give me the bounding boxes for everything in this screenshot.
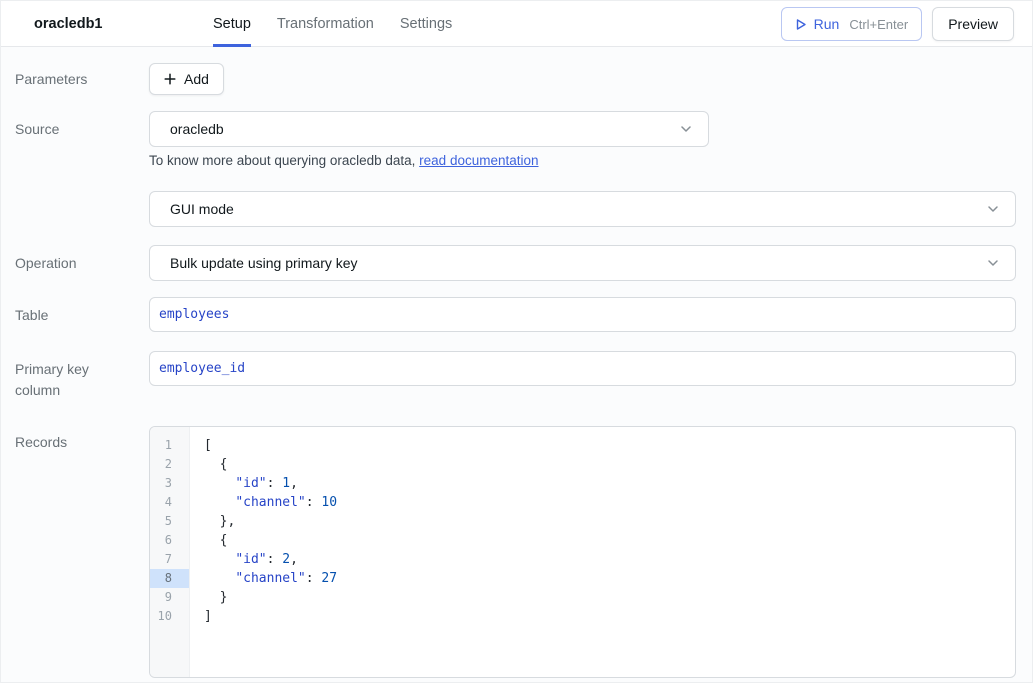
line-number: 9 — [150, 588, 189, 607]
run-label: Run — [814, 16, 840, 32]
source-select[interactable]: oracledb — [149, 111, 709, 147]
code-line[interactable]: { — [204, 455, 1015, 474]
tab-settings[interactable]: Settings — [400, 1, 452, 47]
query-header: oracledb1 Setup Transformation Settings Ru… — [1, 1, 1032, 47]
line-number: 6 — [150, 531, 189, 550]
operation-label: Operation — [15, 245, 149, 281]
tab-setup[interactable]: Setup — [213, 1, 251, 47]
code-line[interactable]: }, — [204, 512, 1015, 531]
code-line[interactable]: } — [204, 588, 1015, 607]
records-editor[interactable]: 12345678910 [ { "id": 1, "channel": 10 }… — [149, 426, 1016, 678]
primary-key-input-value: employee_id — [159, 361, 245, 376]
source-help-text: To know more about querying oracledb dat… — [149, 152, 1016, 169]
source-row: Source oracledb — [15, 111, 1032, 147]
code-line[interactable]: "channel": 27 — [204, 569, 1015, 588]
records-label: Records — [15, 426, 149, 678]
editor-code[interactable]: [ { "id": 1, "channel": 10 }, { "id": 2,… — [190, 427, 1015, 677]
tab-bar: Setup Transformation Settings — [213, 1, 452, 47]
mode-select-value: GUI mode — [170, 201, 985, 217]
primary-key-label: Primary key column — [15, 351, 149, 401]
parameters-row: Parameters Add — [15, 63, 1032, 95]
line-number: 4 — [150, 493, 189, 512]
source-help-prefix: To know more about querying oracledb dat… — [149, 153, 419, 168]
header-actions: Run Ctrl+Enter Preview — [781, 1, 1014, 47]
run-button[interactable]: Run Ctrl+Enter — [781, 7, 923, 41]
chevron-down-icon — [985, 201, 1001, 217]
source-help-row: To know more about querying oracledb dat… — [15, 152, 1032, 169]
preview-button[interactable]: Preview — [932, 7, 1014, 41]
tab-transformation[interactable]: Transformation — [277, 1, 374, 47]
run-shortcut: Ctrl+Enter — [849, 17, 908, 32]
table-input[interactable]: employees — [149, 297, 1016, 332]
parameters-label: Parameters — [15, 63, 149, 95]
operation-row: Operation Bulk update using primary key — [15, 245, 1032, 281]
table-label: Table — [15, 297, 149, 332]
primary-key-row: Primary key column employee_id — [15, 351, 1032, 401]
line-number: 2 — [150, 455, 189, 474]
line-number: 10 — [150, 607, 189, 626]
code-line[interactable]: ] — [204, 607, 1015, 626]
line-number: 5 — [150, 512, 189, 531]
line-number: 8 — [150, 569, 189, 588]
source-select-value: oracledb — [170, 121, 678, 137]
mode-row: GUI mode — [15, 191, 1032, 227]
operation-select-value: Bulk update using primary key — [170, 255, 985, 271]
query-editor-panel: oracledb1 SetupTransformationSettings Ru… — [0, 0, 1033, 683]
add-parameter-label: Add — [184, 71, 209, 87]
editor-gutter: 12345678910 — [150, 427, 190, 677]
play-icon — [795, 18, 807, 31]
chevron-down-icon — [678, 121, 694, 137]
code-line[interactable]: "id": 2, — [204, 550, 1015, 569]
line-number: 3 — [150, 474, 189, 493]
query-title: oracledb1 — [34, 1, 103, 47]
table-row: Table employees — [15, 297, 1032, 332]
line-number: 7 — [150, 550, 189, 569]
code-line[interactable]: "id": 1, — [204, 474, 1015, 493]
chevron-down-icon — [985, 255, 1001, 271]
line-number: 1 — [150, 436, 189, 455]
table-input-value: employees — [159, 307, 229, 322]
code-line[interactable]: "channel": 10 — [204, 493, 1015, 512]
code-line[interactable]: { — [204, 531, 1015, 550]
mode-select[interactable]: GUI mode — [149, 191, 1016, 227]
add-parameter-button[interactable]: Add — [149, 63, 224, 95]
setup-form: Parameters Add Source oracledb — [1, 63, 1032, 678]
records-row: Records 12345678910 [ { "id": 1, "channe… — [15, 426, 1032, 678]
read-documentation-link[interactable]: read documentation — [419, 153, 538, 168]
source-label: Source — [15, 111, 149, 147]
primary-key-input[interactable]: employee_id — [149, 351, 1016, 386]
plus-icon — [164, 73, 176, 85]
operation-select[interactable]: Bulk update using primary key — [149, 245, 1016, 281]
code-line[interactable]: [ — [204, 436, 1015, 455]
